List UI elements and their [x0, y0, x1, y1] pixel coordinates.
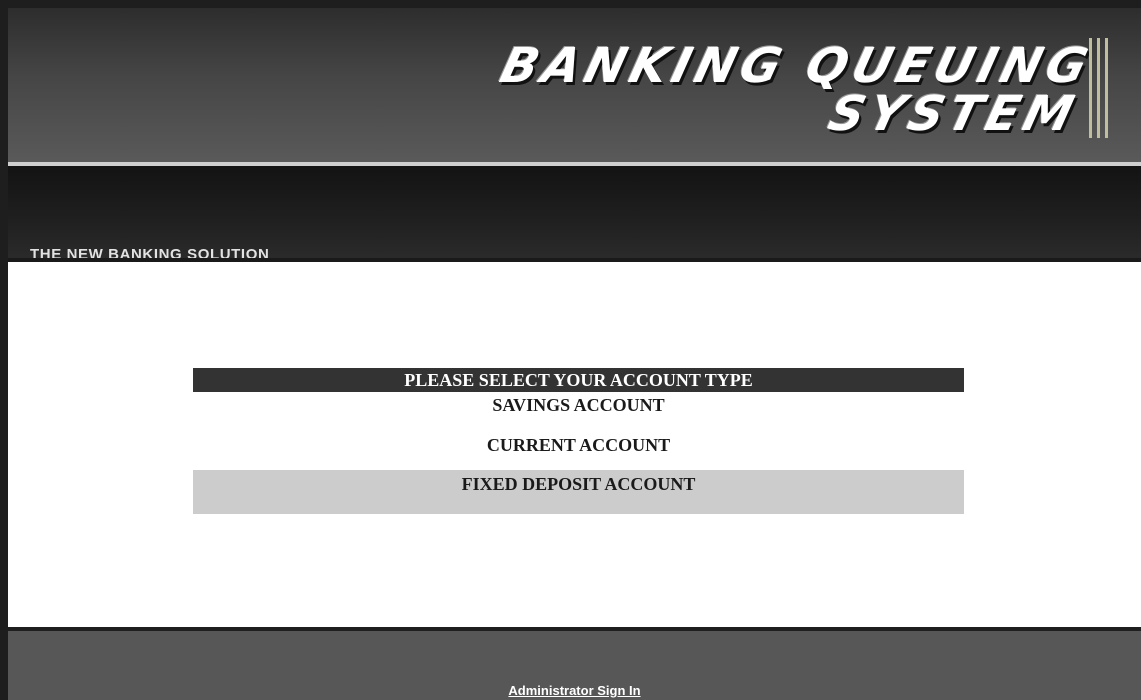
site-header: BANKING QUEUING SYSTEM: [8, 8, 1141, 164]
site-footer: Administrator Sign In: [8, 631, 1141, 700]
panel-title: PLEASE SELECT YOUR ACCOUNT TYPE: [193, 368, 964, 392]
site-logo: BANKING QUEUING SYSTEM: [473, 38, 1098, 142]
administrator-sign-in-link[interactable]: Administrator Sign In: [8, 683, 1141, 698]
current-account-option[interactable]: CURRENT ACCOUNT: [193, 420, 964, 470]
fixed-deposit-account-option[interactable]: FIXED DEPOSIT ACCOUNT: [193, 470, 964, 514]
savings-account-option[interactable]: SAVINGS ACCOUNT: [193, 392, 964, 420]
main-content: PLEASE SELECT YOUR ACCOUNT TYPE SAVINGS …: [8, 262, 1141, 628]
logo-line-1: BANKING QUEUING: [494, 38, 1098, 94]
logo-bars-decoration: [1089, 38, 1111, 138]
logo-line-2: SYSTEM: [822, 86, 1084, 142]
nav-band: THE NEW BANKING SOLUTION: [8, 166, 1141, 260]
account-type-panel: PLEASE SELECT YOUR ACCOUNT TYPE SAVINGS …: [193, 368, 964, 514]
